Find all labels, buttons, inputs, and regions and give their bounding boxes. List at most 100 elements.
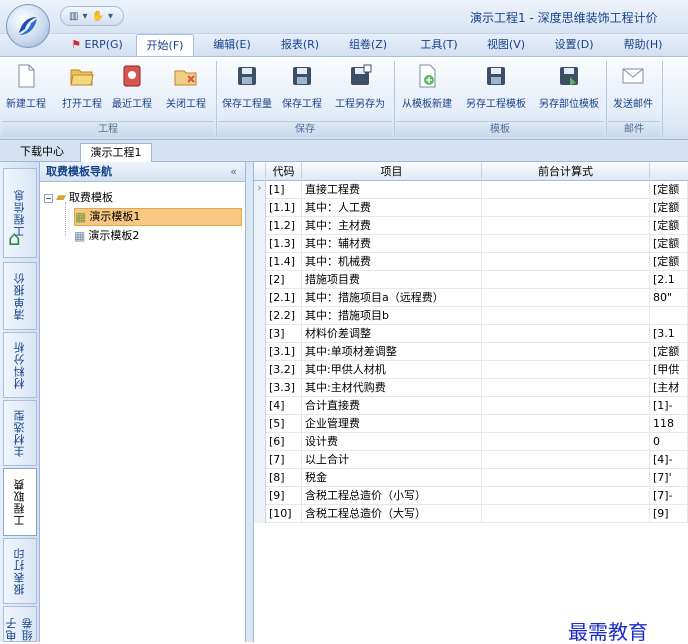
sidebar-tab-material[interactable]: 材料分析 — [3, 332, 37, 398]
expand-collapse-icon[interactable]: − — [44, 193, 53, 203]
cell-name[interactable]: 其中:主材代购费 — [302, 379, 482, 397]
row-indicator[interactable] — [254, 397, 266, 415]
save-project-template-button[interactable]: 另存工程模板 — [460, 59, 532, 119]
cell-name[interactable]: 其中：机械费 — [302, 253, 482, 271]
cell-name[interactable]: 税金 — [302, 469, 482, 487]
tab-erp[interactable]: ⚑ ERP(G) — [62, 34, 132, 56]
recent-project-button[interactable]: 最近工程 — [108, 59, 156, 119]
table-row[interactable]: [2.2] 其中：措施项目b — [254, 307, 688, 325]
cell-formula[interactable] — [482, 235, 650, 253]
tab-tools[interactable]: 工具(T) — [408, 34, 470, 56]
cell-extra[interactable]: 80" — [650, 289, 688, 307]
bar-chart-icon[interactable]: ▥ — [69, 11, 78, 22]
cell-extra[interactable] — [650, 307, 688, 325]
cell-code[interactable]: [3.1] — [266, 343, 302, 361]
save-as-project-button[interactable]: 工程另存为 — [330, 59, 390, 119]
cell-code[interactable]: [10] — [266, 505, 302, 523]
send-mail-button[interactable]: 发送邮件 — [608, 59, 658, 119]
cell-formula[interactable] — [482, 343, 650, 361]
cell-name[interactable]: 企业管理费 — [302, 415, 482, 433]
cell-name[interactable]: 以上合计 — [302, 451, 482, 469]
tab-download-center[interactable]: 下载中心 — [10, 143, 74, 162]
cell-name[interactable]: 材料价差调整 — [302, 325, 482, 343]
cell-formula[interactable] — [482, 325, 650, 343]
row-indicator[interactable] — [254, 289, 266, 307]
cell-code[interactable]: [2] — [266, 271, 302, 289]
cell-extra[interactable]: [1]- — [650, 397, 688, 415]
sidebar-tab-quote[interactable]: 清单报价 — [3, 262, 37, 330]
row-indicator[interactable] — [254, 253, 266, 271]
cell-code[interactable]: [5] — [266, 415, 302, 433]
cell-extra[interactable]: [定额 — [650, 235, 688, 253]
row-indicator[interactable]: › — [254, 181, 266, 199]
qat-dropdown[interactable]: ▾ — [82, 11, 87, 22]
row-indicator[interactable] — [254, 325, 266, 343]
tab-settings[interactable]: 设置(D) — [544, 34, 604, 56]
cell-name[interactable]: 其中：主材费 — [302, 217, 482, 235]
table-row[interactable]: [3.1] 其中:单项材差调整 [定额 — [254, 343, 688, 361]
table-row[interactable]: [10] 含税工程总造价（大写） [9] — [254, 505, 688, 523]
cell-formula[interactable] — [482, 199, 650, 217]
table-row[interactable]: [6] 设计费 0 — [254, 433, 688, 451]
table-row[interactable]: [2.1] 其中：措施项目a（远程费） 80" — [254, 289, 688, 307]
cell-code[interactable]: [1.4] — [266, 253, 302, 271]
cell-formula[interactable] — [482, 181, 650, 199]
new-project-button[interactable]: 新建工程 — [2, 59, 50, 119]
app-menu-button[interactable] — [6, 4, 50, 48]
sidebar-tab-print[interactable]: 报表打印 — [3, 538, 37, 604]
save-project-button[interactable]: 保存工程 — [278, 59, 326, 119]
row-indicator[interactable] — [254, 235, 266, 253]
table-row[interactable]: [5] 企业管理费 118 — [254, 415, 688, 433]
cell-code[interactable]: [1] — [266, 181, 302, 199]
cell-extra[interactable]: [定额 — [650, 253, 688, 271]
tree-item-template-1[interactable]: ▦ 演示模板1 — [74, 208, 242, 226]
cell-extra[interactable]: [2.1 — [650, 271, 688, 289]
tree-root[interactable]: − ▰ 取费模板 — [44, 189, 113, 207]
cell-extra[interactable]: [甲供 — [650, 361, 688, 379]
tab-demo-project[interactable]: 演示工程1 — [80, 143, 152, 162]
cell-formula[interactable] — [482, 451, 650, 469]
cell-formula[interactable] — [482, 271, 650, 289]
cell-extra[interactable]: [7]' — [650, 469, 688, 487]
table-row[interactable]: [3] 材料价差调整 [3.1 — [254, 325, 688, 343]
table-row[interactable]: [3.2] 其中:甲供人材机 [甲供 — [254, 361, 688, 379]
tree-item-template-2[interactable]: ▦ 演示模板2 — [74, 227, 139, 245]
cell-code[interactable]: [2.1] — [266, 289, 302, 307]
new-from-template-button[interactable]: 从模板新建 — [396, 59, 458, 119]
cell-name[interactable]: 其中：人工费 — [302, 199, 482, 217]
cell-name[interactable]: 含税工程总造价（大写） — [302, 505, 482, 523]
row-indicator[interactable] — [254, 433, 266, 451]
tab-start[interactable]: 开始(F) — [136, 34, 194, 56]
cell-extra[interactable]: [9] — [650, 505, 688, 523]
cell-name[interactable]: 设计费 — [302, 433, 482, 451]
row-indicator[interactable] — [254, 451, 266, 469]
row-indicator[interactable] — [254, 343, 266, 361]
cell-name[interactable]: 含税工程总造价（小写） — [302, 487, 482, 505]
sidebar-tab-fees[interactable]: 工程取费 — [3, 468, 37, 536]
tab-help[interactable]: 帮助(H) — [614, 34, 672, 56]
cell-formula[interactable] — [482, 397, 650, 415]
cell-formula[interactable] — [482, 415, 650, 433]
hand-icon[interactable]: ✋ — [91, 11, 103, 22]
cell-extra[interactable]: [7]- — [650, 487, 688, 505]
cell-name[interactable]: 其中：辅材费 — [302, 235, 482, 253]
cell-name[interactable]: 其中:甲供人材机 — [302, 361, 482, 379]
col-header-code[interactable]: 代码 — [266, 162, 302, 181]
cell-code[interactable]: [3] — [266, 325, 302, 343]
row-indicator[interactable] — [254, 199, 266, 217]
cell-name[interactable]: 措施项目费 — [302, 271, 482, 289]
cell-extra[interactable]: [主材 — [650, 379, 688, 397]
save-part-template-button[interactable]: 另存部位模板 — [534, 59, 604, 119]
row-indicator[interactable] — [254, 415, 266, 433]
save-quantity-button[interactable]: 保存工程量 — [218, 59, 276, 119]
cell-code[interactable]: [2.2] — [266, 307, 302, 325]
row-indicator[interactable] — [254, 271, 266, 289]
row-indicator[interactable] — [254, 505, 266, 523]
cell-extra[interactable]: [3.1 — [650, 325, 688, 343]
cell-formula[interactable] — [482, 505, 650, 523]
cell-extra[interactable]: 0 — [650, 433, 688, 451]
cell-formula[interactable] — [482, 487, 650, 505]
cell-extra[interactable]: [定额 — [650, 199, 688, 217]
cell-extra[interactable]: [定额 — [650, 343, 688, 361]
cell-formula[interactable] — [482, 379, 650, 397]
